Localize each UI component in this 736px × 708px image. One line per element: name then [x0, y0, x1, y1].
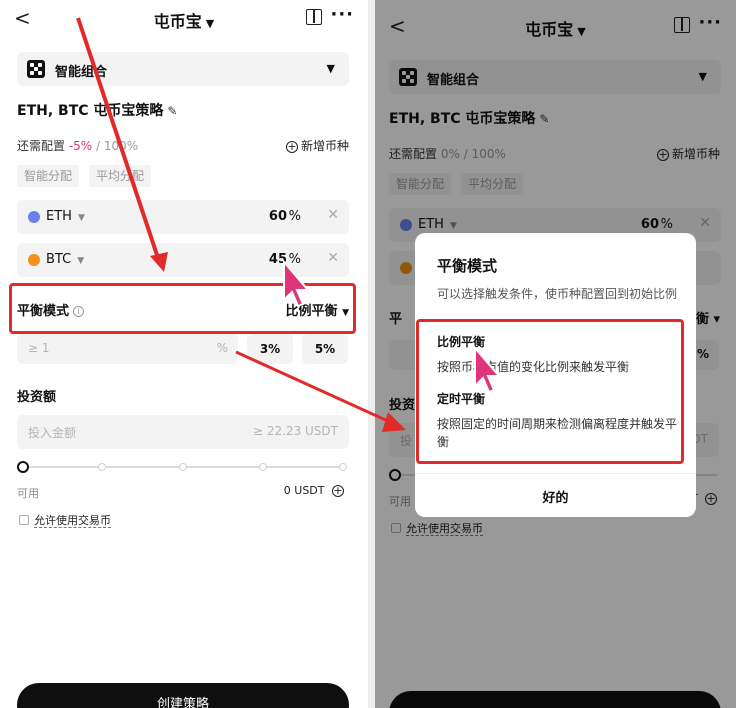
eth-icon	[28, 211, 40, 223]
threshold-option-5[interactable]: 5%	[302, 334, 348, 364]
portfolio-select[interactable]: 智能组合 ▼	[17, 52, 349, 86]
remove-coin-icon[interactable]: ✕	[327, 250, 339, 266]
dialog-description: 可以选择触发条件，使币种配置回到初始比例	[437, 287, 678, 301]
amount-slider[interactable]	[17, 460, 347, 474]
edit-icon[interactable]: ✎	[167, 104, 177, 118]
remove-coin-icon[interactable]: ✕	[327, 207, 339, 223]
slider-tick[interactable]	[339, 463, 347, 471]
portfolio-label: 智能组合	[55, 65, 108, 80]
invest-amount-input[interactable]: 投入金额 ≥ 22.23 USDT	[17, 415, 349, 449]
available-balance: 0 USDT +	[283, 484, 344, 497]
left-screen: < 屯币宝 ▼ ··· 智能组合 ▼ ETH, BTC 屯币宝策略 ✎ 还需配置 -…	[0, 0, 368, 708]
coin-row-eth[interactable]: ETH ▼ 60 % ✕	[17, 200, 349, 234]
highlight-box-dialog-options	[416, 319, 684, 464]
slider-tick[interactable]	[98, 463, 106, 471]
top-bar: < 屯币宝 ▼ ···	[0, 0, 368, 36]
panel-divider	[368, 0, 375, 708]
dialog-divider	[415, 473, 696, 474]
chevron-down-icon: ▼	[205, 17, 215, 30]
slider-knob[interactable]	[17, 461, 29, 473]
btc-icon	[28, 254, 40, 266]
highlight-box-balance-mode	[9, 283, 356, 334]
caret-icon[interactable]: ▼	[77, 256, 84, 266]
ok-button[interactable]: 好的	[415, 487, 696, 506]
caret-icon[interactable]: ▼	[78, 213, 85, 223]
checkbox-icon[interactable]	[19, 515, 29, 525]
portfolio-icon	[27, 60, 45, 78]
coin-row-btc[interactable]: BTC ▼ 45 % ✕	[17, 243, 349, 277]
coin-percent-input[interactable]: 60	[269, 209, 287, 224]
coin-percent-input[interactable]: 45	[269, 252, 287, 267]
more-icon[interactable]: ···	[330, 4, 354, 25]
smart-allocation-chip[interactable]: 智能分配	[17, 165, 80, 187]
invest-label: 投资额	[17, 390, 57, 405]
plus-circle-icon[interactable]: +	[332, 485, 344, 497]
dialog-title: 平衡模式	[437, 257, 498, 275]
average-allocation-chip[interactable]: 平均分配	[89, 165, 152, 187]
threshold-input[interactable]: ≥ 1 %	[17, 334, 238, 364]
slider-tick[interactable]	[259, 463, 267, 471]
allow-trading-checkbox[interactable]: 允许使用交易币	[19, 512, 111, 528]
threshold-option-3[interactable]: 3%	[247, 334, 293, 364]
strategy-title: ETH, BTC 屯币宝策略 ✎	[17, 103, 178, 119]
available-label: 可用	[17, 487, 39, 500]
book-icon[interactable]	[306, 9, 322, 25]
create-strategy-button[interactable]: 创建策略	[17, 683, 349, 708]
chevron-down-icon: ▼	[326, 62, 335, 75]
allocation-remaining: -5%	[68, 139, 93, 153]
add-coin-button[interactable]: + 新增币种	[285, 137, 349, 154]
plus-circle-icon: +	[285, 140, 298, 153]
slider-tick[interactable]	[179, 463, 187, 471]
allocation-status: 还需配置 -5% / 100%	[17, 139, 139, 153]
